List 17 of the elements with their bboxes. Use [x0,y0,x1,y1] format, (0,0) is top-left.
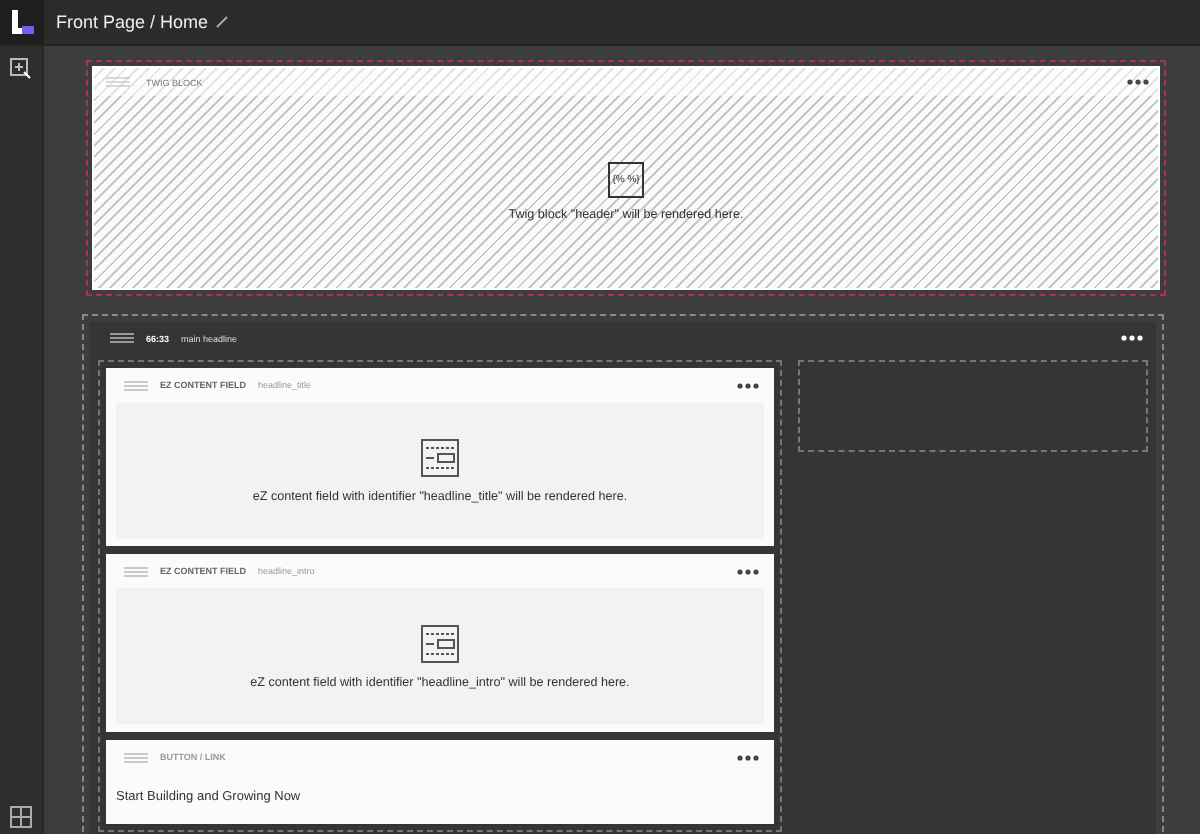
more-icon[interactable] [1126,78,1150,86]
logo-icon[interactable] [10,10,34,34]
drag-handle-icon[interactable] [110,332,134,344]
drag-handle-icon[interactable] [124,379,148,391]
add-block-icon[interactable] [10,58,32,80]
more-icon[interactable] [1120,334,1144,342]
more-icon[interactable] [736,381,760,389]
drag-handle-icon[interactable] [124,751,148,763]
more-icon[interactable] [736,753,760,761]
drag-handle-icon[interactable] [106,76,130,88]
field-icon [420,437,460,477]
page-title: Front Page / Home [56,12,209,32]
pencil-icon[interactable] [216,16,229,28]
more-icon[interactable] [736,567,760,575]
drag-handle-icon[interactable] [124,565,148,577]
field-icon [420,623,460,663]
layout-icon[interactable] [10,806,32,828]
